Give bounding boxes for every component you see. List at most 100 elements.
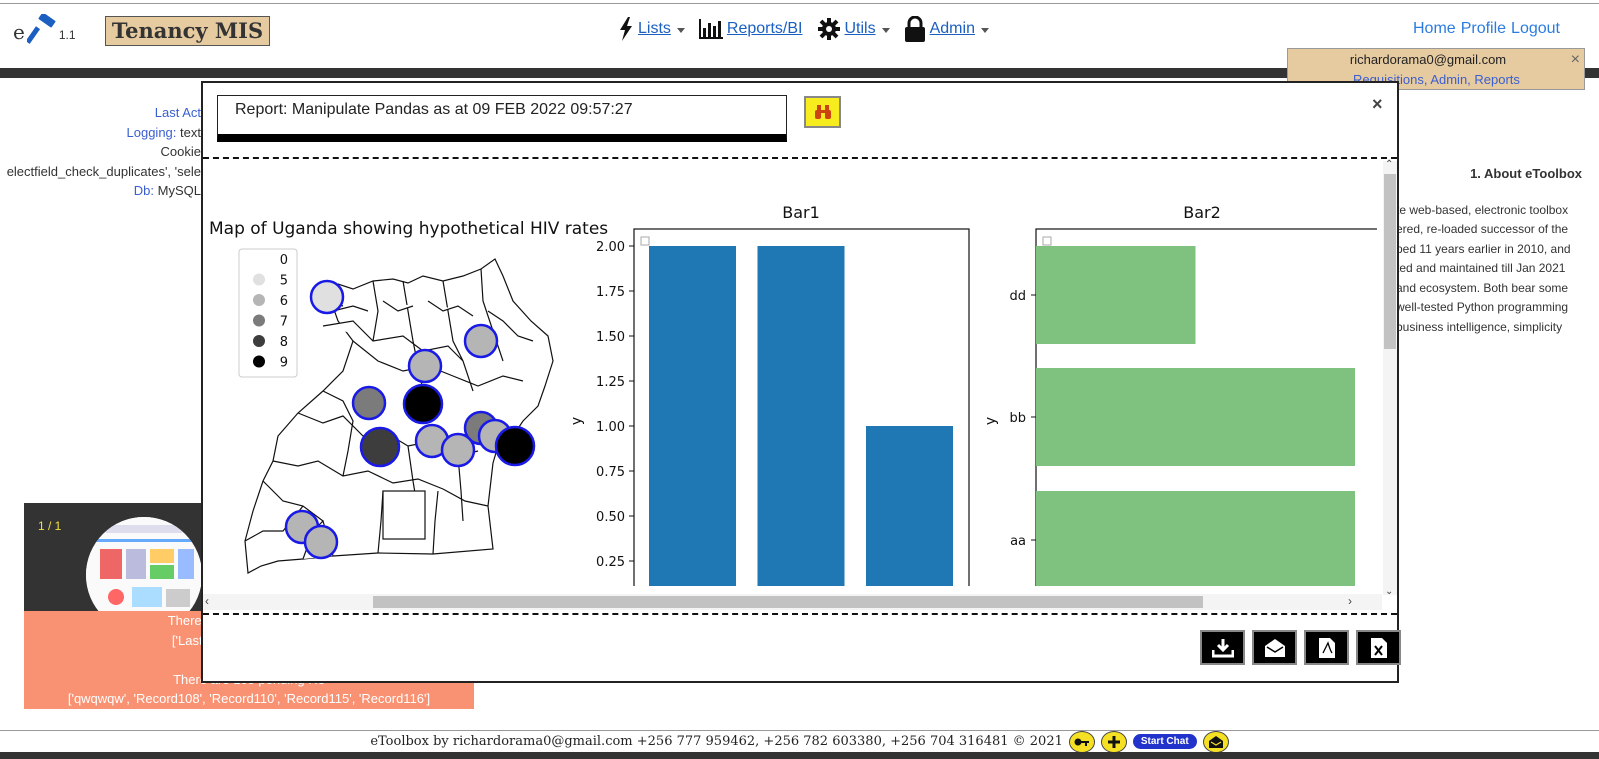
checkbox[interactable] xyxy=(1042,236,1052,246)
user-email: richardorama0@gmail.com xyxy=(1349,52,1507,67)
legend-marker xyxy=(253,273,265,286)
divider xyxy=(203,613,1397,615)
footer: eToolbox by richardorama0@gmail.com +256… xyxy=(0,730,1599,753)
nav-utils[interactable]: Utils xyxy=(817,17,890,41)
bar1-tick-label: 0.75 xyxy=(596,465,625,480)
about-line: business intelligence, simplicity xyxy=(1396,319,1563,334)
bar2-tick-label: aa xyxy=(1010,534,1026,549)
report-title-box: Report: Manipulate Pandas as at 09 FEB 2… xyxy=(217,95,787,142)
app-title[interactable]: Tenancy MIS xyxy=(105,16,270,46)
district-marker xyxy=(303,524,339,560)
lightning-icon xyxy=(620,17,632,41)
legend-label: 6 xyxy=(280,294,288,309)
scroll-left-icon[interactable]: ‹ xyxy=(205,594,209,608)
excel-file-icon xyxy=(1370,637,1387,658)
pdf-file-icon xyxy=(1318,637,1335,658)
bar1-ylabel: y xyxy=(569,417,585,425)
about-line: well-tested Python programming xyxy=(1396,300,1569,314)
checkbox[interactable] xyxy=(640,236,650,246)
footer-text: eToolbox by richardorama0@gmail.com +256… xyxy=(370,734,1063,749)
scroll-right-icon[interactable]: › xyxy=(1348,594,1352,608)
bar2-tick-label: dd xyxy=(1009,289,1026,304)
bar1-tick-label: 1.75 xyxy=(596,285,625,300)
bar2-title: Bar2 xyxy=(1183,203,1221,222)
legend-marker xyxy=(253,294,265,306)
logging-value: text xyxy=(180,124,201,140)
report-title: Report: Manipulate Pandas as at 09 FEB 2… xyxy=(235,101,633,118)
main-nav: Lists Reports/BI Utils Admin xyxy=(618,16,989,42)
bar2-ylabel: y xyxy=(983,417,999,425)
mail-open-icon[interactable] xyxy=(1202,730,1229,753)
nav-lists-label: Lists xyxy=(638,20,671,37)
district-marker xyxy=(402,383,444,425)
district-marker xyxy=(440,432,476,468)
pdf-export-button[interactable] xyxy=(1304,630,1349,665)
about-line: and ecosystem. Both bear some xyxy=(1396,280,1569,295)
logout-link[interactable]: Logout xyxy=(1511,20,1560,38)
image-carousel[interactable]: 1 / 1 xyxy=(24,503,204,633)
scroll-down-icon[interactable]: ⌄ xyxy=(1385,586,1393,597)
hammer-icon xyxy=(26,14,56,44)
nav-reports[interactable]: Reports/BI xyxy=(698,19,803,39)
top-border xyxy=(0,3,1599,4)
bar2-bar xyxy=(1036,246,1196,344)
map-title: Map of Uganda showing hypothetical HIV r… xyxy=(209,219,608,239)
modal-close-icon[interactable]: × xyxy=(1372,94,1383,115)
bar1-title: Bar1 xyxy=(782,203,820,222)
bar1-tick-label: 2.00 xyxy=(596,240,625,255)
legend-label: 5 xyxy=(280,274,288,289)
session-info: Last Act Logging: text Cookie electfield… xyxy=(7,103,201,201)
email-button[interactable] xyxy=(1252,630,1297,665)
bar1-bar xyxy=(649,246,736,586)
bar2-chart: Bar2 y dd bb aa xyxy=(983,203,1377,586)
vertical-scrollbar[interactable]: ⌃ ⌄ xyxy=(1383,159,1397,597)
gear-icon xyxy=(817,18,840,40)
chevron-down-icon xyxy=(980,27,989,33)
export-actions xyxy=(1200,630,1401,665)
legend-marker xyxy=(253,355,265,368)
last-activity: Last Act xyxy=(154,105,201,120)
footer-bar xyxy=(0,752,1599,759)
scroll-thumb[interactable] xyxy=(1384,174,1396,349)
download-button[interactable] xyxy=(1200,630,1245,665)
legend-marker xyxy=(253,253,265,265)
horizontal-scrollbar[interactable]: ‹ › xyxy=(203,594,1382,610)
about-line: ered, re-loaded successor of the xyxy=(1396,222,1569,236)
brand-logo[interactable]: e 1.1 xyxy=(13,14,76,44)
version-label: 1.1 xyxy=(58,28,76,42)
bar2-bar xyxy=(1036,368,1355,466)
nav-lists[interactable]: Lists xyxy=(618,17,685,41)
find-button[interactable] xyxy=(804,96,841,128)
nav-admin-label: Admin xyxy=(929,20,975,37)
bar1-tick-label: 1.50 xyxy=(596,330,625,345)
report-content[interactable]: Map of Uganda showing hypothetical HIV r… xyxy=(203,161,1377,586)
key-icon[interactable] xyxy=(1068,730,1095,753)
map-legend: 0 5 6 7 8 9 xyxy=(238,248,298,378)
close-icon[interactable]: × xyxy=(1571,51,1580,69)
plus-icon[interactable] xyxy=(1100,730,1127,753)
nav-utils-label: Utils xyxy=(844,20,876,37)
district-marker xyxy=(359,426,401,468)
scroll-up-icon[interactable]: ⌃ xyxy=(1385,159,1393,170)
top-links: Home Profile Logout xyxy=(1413,20,1560,38)
home-link[interactable]: Home xyxy=(1413,20,1456,38)
start-chat-button[interactable]: Start Chat xyxy=(1132,734,1197,749)
legend-label: 0 xyxy=(280,253,288,268)
bar1-bar xyxy=(757,246,845,586)
charts-svg: Map of Uganda showing hypothetical HIV r… xyxy=(209,203,1377,586)
profile-link[interactable]: Profile xyxy=(1461,20,1506,38)
district-marker xyxy=(494,425,536,467)
bar-chart-icon xyxy=(698,19,723,39)
nav-admin[interactable]: Admin xyxy=(904,16,989,42)
lock-icon xyxy=(904,16,925,42)
binoculars-icon xyxy=(814,105,831,119)
download-icon xyxy=(1211,638,1234,657)
scroll-thumb[interactable] xyxy=(373,596,1203,608)
bar2-tick-label: bb xyxy=(1009,411,1026,426)
report-modal: Report: Manipulate Pandas as at 09 FEB 2… xyxy=(201,81,1401,683)
logging-label: Logging: xyxy=(126,124,177,140)
envelope-open-icon xyxy=(1264,638,1285,657)
bar1-tick-label: 1.25 xyxy=(596,375,625,390)
district-marker xyxy=(407,348,443,384)
excel-export-button[interactable] xyxy=(1356,630,1401,665)
